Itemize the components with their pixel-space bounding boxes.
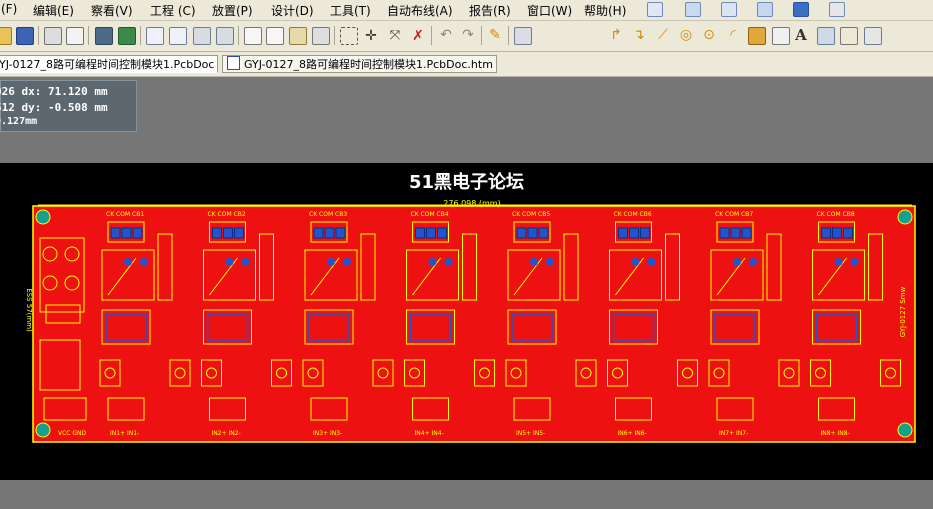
channel-header-8: CK COM CB8 bbox=[817, 211, 855, 218]
channel-header-3: CK COM CB3 bbox=[309, 211, 347, 218]
terminal-screw-2-1 bbox=[212, 227, 222, 239]
terminal-screw-8-1 bbox=[821, 227, 831, 239]
terminal-screw-8-2 bbox=[832, 227, 842, 239]
dimension-text: 276.098 (mm) bbox=[443, 199, 500, 208]
input-label-6: IN6+ IN6- bbox=[618, 430, 647, 437]
terminal-screw-4-1 bbox=[415, 227, 425, 239]
relay-pad-a-8 bbox=[834, 258, 843, 266]
terminal-screw-5-1 bbox=[516, 227, 527, 239]
channel-header-6: CK COM CB6 bbox=[614, 211, 652, 218]
channel-header-1: CK COM CB1 bbox=[106, 211, 144, 218]
channel-header-5: CK COM CB5 bbox=[512, 211, 550, 218]
mounting-hole-br bbox=[897, 422, 913, 438]
pcb-board-view[interactable]: 276.098 (mm) ESS 57(mm) GYJ-0127 Smw VCC… bbox=[0, 0, 933, 509]
channel-header-4: CK COM CB4 bbox=[411, 211, 449, 218]
terminal-screw-3-2 bbox=[324, 227, 335, 239]
terminal-screw-5-2 bbox=[527, 227, 538, 239]
input-label-7: IN7+ IN7- bbox=[719, 430, 748, 437]
mounting-hole-tr bbox=[897, 209, 913, 225]
relay-pad-b-8 bbox=[850, 258, 859, 266]
terminal-screw-2-3 bbox=[234, 227, 244, 239]
relay-pad-a-2 bbox=[225, 258, 234, 266]
relay-pad-a-1 bbox=[124, 258, 132, 266]
terminal-screw-4-3 bbox=[437, 227, 447, 239]
relay-pad-b-4 bbox=[444, 258, 453, 266]
relay-pad-a-5 bbox=[530, 258, 538, 266]
channel-header-7: CK COM CB7 bbox=[715, 211, 753, 218]
mounting-hole-bl bbox=[35, 422, 51, 438]
relay-pad-b-3 bbox=[343, 258, 351, 266]
input-label-5: IN5+ IN5- bbox=[516, 430, 545, 437]
input-label-1: IN1+ IN1- bbox=[110, 430, 139, 437]
terminal-screw-1-3 bbox=[132, 227, 143, 239]
side-dimension-text: ESS 57(mm) bbox=[25, 288, 33, 332]
input-label-2: IN2+ IN2- bbox=[212, 430, 241, 437]
terminal-screw-3-1 bbox=[313, 227, 324, 239]
terminal-screw-1-1 bbox=[110, 227, 121, 239]
input-label-3: IN3+ IN3- bbox=[313, 430, 342, 437]
terminal-screw-5-3 bbox=[538, 227, 549, 239]
terminal-screw-6-2 bbox=[629, 227, 639, 239]
pcb-board bbox=[32, 205, 916, 443]
relay-pad-b-2 bbox=[241, 258, 250, 266]
relay-pad-a-3 bbox=[327, 258, 335, 266]
terminal-screw-6-3 bbox=[640, 227, 650, 239]
terminal-screw-7-3 bbox=[741, 227, 752, 239]
relay-pad-a-6 bbox=[631, 258, 640, 266]
terminal-screw-2-2 bbox=[223, 227, 233, 239]
relay-pad-b-1 bbox=[140, 258, 148, 266]
terminal-screw-7-2 bbox=[730, 227, 741, 239]
channel-header-2: CK COM CB2 bbox=[208, 211, 246, 218]
terminal-screw-1-2 bbox=[121, 227, 132, 239]
terminal-screw-7-1 bbox=[719, 227, 730, 239]
power-terminal-label: VCC GND bbox=[58, 430, 87, 437]
relay-pad-a-4 bbox=[428, 258, 437, 266]
relay-pad-a-7 bbox=[733, 258, 741, 266]
terminal-screw-3-3 bbox=[335, 227, 346, 239]
terminal-screw-4-2 bbox=[426, 227, 436, 239]
terminal-screw-8-3 bbox=[843, 227, 853, 239]
input-label-8: IN8+ IN8- bbox=[821, 430, 850, 437]
relay-pad-b-6 bbox=[647, 258, 656, 266]
relay-pad-b-7 bbox=[749, 258, 757, 266]
input-label-4: IN4+ IN4- bbox=[415, 430, 444, 437]
relay-pad-b-5 bbox=[546, 258, 554, 266]
terminal-screw-6-1 bbox=[618, 227, 628, 239]
board-id-label: GYJ-0127 Smw bbox=[899, 286, 907, 337]
mounting-hole-tl bbox=[35, 209, 51, 225]
